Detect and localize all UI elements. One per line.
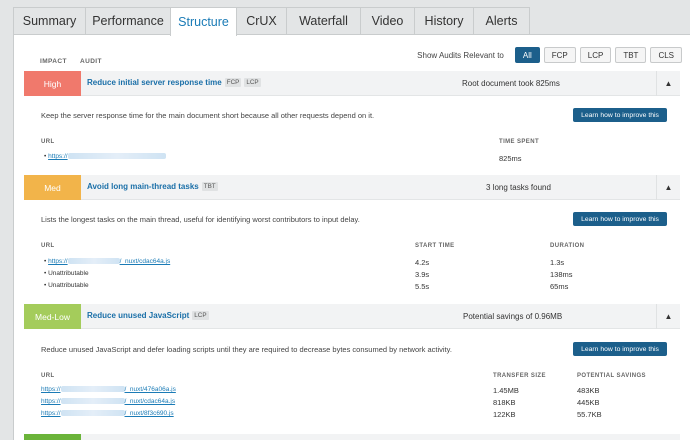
audit-header-long-tasks[interactable]: Med Avoid long main-thread tasks TBT 3 l…: [24, 175, 680, 200]
column-header-potential-savings: POTENTIAL SAVINGS: [577, 373, 646, 379]
url-link-suffix[interactable]: /_nuxt/476a06a.js: [125, 386, 176, 393]
table-row: • Unattributable: [44, 270, 89, 277]
audit-description: Lists the longest tasks on the main thre…: [41, 215, 360, 224]
tab-structure[interactable]: Structure: [170, 7, 237, 36]
tab-waterfall[interactable]: Waterfall: [286, 7, 361, 34]
transfer-size-value: 122KB: [493, 410, 516, 419]
url-link[interactable]: https://: [41, 410, 61, 417]
collapse-toggle-icon[interactable]: ▲: [656, 71, 680, 96]
tab-video[interactable]: Video: [360, 7, 415, 34]
audit-header-unused-js[interactable]: Med-Low Reduce unused JavaScript LCP Pot…: [24, 304, 680, 329]
audit-title-text[interactable]: Avoid long main-thread tasks: [87, 182, 199, 191]
impact-badge: [24, 434, 81, 440]
column-header-start-time: START TIME: [415, 243, 455, 249]
filter-tbt-button[interactable]: TBT: [615, 47, 647, 63]
table-row: https:// /_nuxt/476a06a.js: [41, 386, 176, 393]
audit-header-server-response[interactable]: High Reduce initial server response time…: [24, 71, 680, 96]
start-time-value: 3.9s: [415, 270, 430, 279]
audit-description: Keep the server response time for the ma…: [41, 111, 375, 120]
audit-filter: Show Audits Relevant to All FCP LCP TBT …: [417, 47, 682, 63]
tab-alerts[interactable]: Alerts: [473, 7, 530, 34]
metric-tag: LCP: [244, 78, 261, 87]
audit-summary: Potential savings of 0.96MB: [463, 312, 563, 321]
time-spent-value: 825ms: [499, 154, 522, 163]
url-link[interactable]: https://: [41, 386, 61, 393]
filter-lcp-button[interactable]: LCP: [579, 47, 612, 63]
filter-label: Show Audits Relevant to: [417, 50, 504, 60]
learn-how-button[interactable]: Learn how to improve this: [573, 108, 667, 122]
tab-performance[interactable]: Performance: [85, 7, 171, 34]
redacted-url-blur: [67, 258, 120, 265]
tab-crux[interactable]: CrUX: [236, 7, 287, 34]
url-link[interactable]: https://: [41, 398, 61, 405]
start-time-value: 5.5s: [415, 282, 430, 291]
collapse-toggle-icon[interactable]: ▲: [656, 304, 680, 329]
audit-summary: Root document took 825ms: [462, 79, 560, 88]
column-header-transfer-size: TRANSFER SIZE: [493, 373, 546, 379]
duration-value: 1.3s: [550, 258, 565, 267]
potential-savings-value: 483KB: [577, 386, 600, 395]
next-audit-header[interactable]: [24, 434, 680, 440]
redacted-url-blur: [60, 398, 125, 405]
audit-title[interactable]: Reduce initial server response time FCP …: [87, 78, 261, 87]
table-row: https:// /_nuxt/8f3c690.js: [41, 410, 174, 417]
tab-history[interactable]: History: [414, 7, 474, 34]
audit-title-text[interactable]: Reduce initial server response time: [87, 78, 222, 87]
potential-savings-value: 55.7KB: [577, 410, 602, 419]
collapse-toggle-icon[interactable]: ▲: [656, 175, 680, 200]
url-link-suffix[interactable]: /_nuxt/cdac64a.js: [125, 398, 176, 405]
url-text: Unattributable: [48, 282, 89, 289]
metric-tag: LCP: [192, 311, 209, 320]
redacted-url-blur: [60, 410, 125, 417]
tab-summary[interactable]: Summary: [13, 7, 86, 34]
audit-title-text[interactable]: Reduce unused JavaScript: [87, 311, 189, 320]
filter-cls-button[interactable]: CLS: [650, 47, 682, 63]
audit-column-header: AUDIT: [80, 58, 102, 65]
column-header-time-spent: TIME SPENT: [499, 139, 540, 145]
impact-badge: Med-Low: [24, 304, 81, 329]
column-header-url: URL: [41, 139, 55, 145]
start-time-value: 4.2s: [415, 258, 430, 267]
audit-summary: 3 long tasks found: [486, 183, 551, 192]
tab-bar: Summary Performance Structure CrUX Water…: [13, 7, 530, 36]
url-text: Unattributable: [48, 270, 89, 277]
audit-description: Reduce unused JavaScript and defer loadi…: [41, 345, 452, 354]
transfer-size-value: 818KB: [493, 398, 516, 407]
filter-fcp-button[interactable]: FCP: [543, 47, 576, 63]
table-row: • https:///_nuxt/cdac64a.js: [44, 258, 171, 265]
learn-how-button[interactable]: Learn how to improve this: [573, 212, 667, 226]
impact-column-header: IMPACT: [40, 58, 67, 65]
table-row: • Unattributable: [44, 282, 89, 289]
audit-title[interactable]: Reduce unused JavaScript LCP: [87, 311, 209, 320]
audit-title[interactable]: Avoid long main-thread tasks TBT: [87, 182, 218, 191]
column-header-url: URL: [41, 243, 55, 249]
url-link[interactable]: https://: [48, 258, 68, 265]
column-header-duration: DURATION: [550, 243, 585, 249]
metric-tag: TBT: [201, 182, 218, 191]
metric-tag: FCP: [224, 78, 242, 87]
url-link-suffix[interactable]: /_nuxt/cdac64a.js: [120, 258, 171, 265]
filter-all-button[interactable]: All: [514, 47, 540, 63]
potential-savings-value: 445KB: [577, 398, 600, 407]
transfer-size-value: 1.45MB: [493, 386, 519, 395]
url-link-suffix[interactable]: /_nuxt/8f3c690.js: [125, 410, 174, 417]
url-link[interactable]: https://: [48, 153, 68, 160]
redacted-url-blur: [67, 153, 166, 160]
impact-badge: Med: [24, 175, 81, 200]
column-header-url: URL: [41, 373, 55, 379]
learn-how-button[interactable]: Learn how to improve this: [573, 342, 667, 356]
redacted-url-blur: [60, 386, 125, 393]
duration-value: 65ms: [550, 282, 569, 291]
impact-badge: High: [24, 71, 81, 96]
table-row: • https://: [44, 153, 166, 160]
table-row: https:// /_nuxt/cdac64a.js: [41, 398, 175, 405]
duration-value: 138ms: [550, 270, 573, 279]
